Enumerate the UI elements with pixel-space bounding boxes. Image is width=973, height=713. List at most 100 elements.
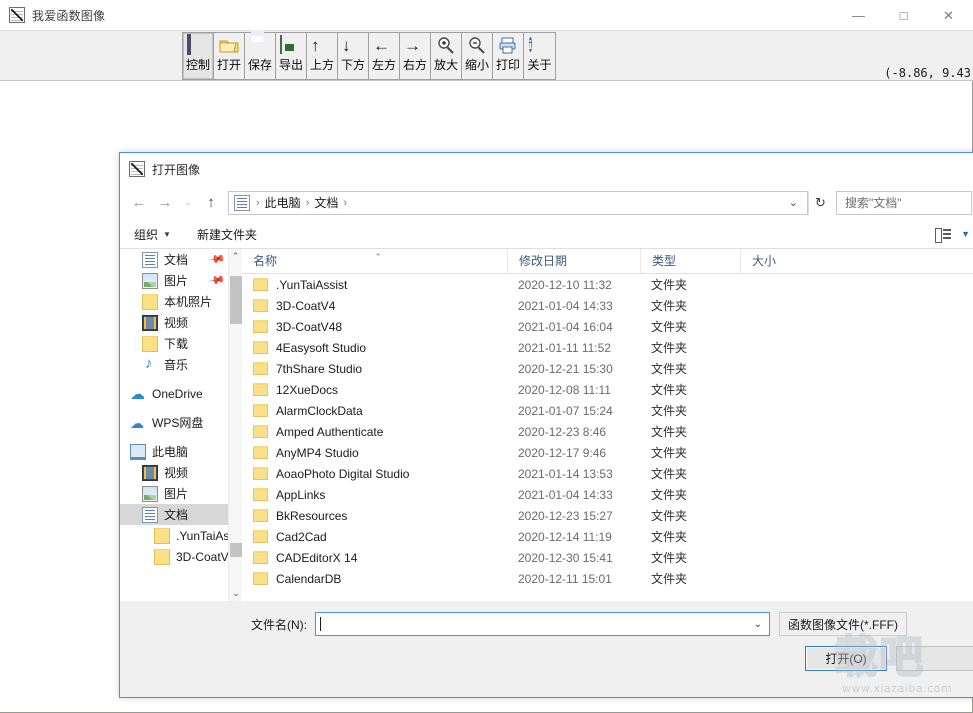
table-row[interactable]: 4Easysoft Studio2021-01-11 11:52文件夹 — [242, 337, 973, 358]
folder-icon — [253, 551, 268, 564]
filename-input[interactable]: ⌄ — [315, 612, 770, 636]
search-input[interactable]: 搜索"文档" — [836, 191, 972, 215]
file-name-cell: AlarmClockData — [242, 404, 507, 418]
new-folder-button[interactable]: 新建文件夹 — [197, 226, 257, 243]
table-row[interactable]: 12XueDocs2020-12-08 11:11文件夹 — [242, 379, 973, 400]
sidebar-item-documents[interactable]: 文档 — [120, 504, 242, 525]
videos-icon — [142, 315, 158, 331]
toolbar-button-print[interactable]: 打印 — [493, 33, 524, 79]
refresh-button[interactable]: ↻ — [808, 191, 832, 215]
file-name-label: AoaoPhoto Digital Studio — [276, 467, 409, 481]
sidebar-item-3d-coatv4[interactable]: 3D-CoatV4 — [120, 546, 242, 567]
sidebar-item-pictures-quick[interactable]: 图片 📌 — [120, 270, 242, 291]
back-button[interactable]: ← — [126, 190, 152, 216]
cancel-button[interactable] — [896, 646, 973, 671]
main-window: 我爱函数图像 — □ ✕ 控制 打开 保存 — [0, 0, 973, 713]
toolbar-button-open[interactable]: 打开 — [214, 33, 245, 79]
toolbar-button-right[interactable]: → 右方 — [400, 33, 431, 79]
sidebar-item-this-pc[interactable]: 此电脑 — [120, 441, 242, 462]
file-type-filter[interactable]: 函数图像文件(*.FFF) — [779, 612, 907, 636]
file-type-cell: 文件夹 — [640, 465, 740, 482]
chevron-down-icon[interactable]: ⌄ — [754, 619, 765, 630]
file-name-cell: AnyMP4 Studio — [242, 446, 507, 460]
coordinate-readout: (-8.86, 9.43 — [884, 66, 971, 80]
sidebar-item-local-photos[interactable]: 本机照片 — [120, 291, 242, 312]
sidebar-item-videos-quick[interactable]: 视频 — [120, 312, 242, 333]
file-name-label: .YunTaiAssist — [276, 278, 347, 292]
table-row[interactable]: CADEditorX 142020-12-30 15:41文件夹 — [242, 547, 973, 568]
scroll-up-arrow-icon[interactable]: ⌃ — [229, 249, 242, 264]
sidebar-item-documents-quick[interactable]: 文档 📌 — [120, 249, 242, 270]
dialog-logo-icon — [129, 161, 145, 177]
export-image-icon — [280, 36, 302, 56]
sidebar-scrollbar-thumb[interactable] — [230, 276, 242, 324]
sidebar-item-music[interactable]: 音乐 — [120, 354, 242, 375]
column-header-size[interactable]: 大小 — [740, 249, 836, 274]
folder-icon — [253, 572, 268, 585]
folder-icon — [253, 425, 268, 438]
recent-locations-button[interactable]: ⌄ — [178, 190, 198, 216]
file-type-cell: 文件夹 — [640, 528, 740, 545]
dialog-titlebar: 打开图像 — [120, 153, 973, 185]
minimize-button[interactable]: — — [836, 0, 881, 30]
column-header-type[interactable]: 类型 — [640, 249, 740, 274]
table-row[interactable]: 3D-CoatV42021-01-04 14:33文件夹 — [242, 295, 973, 316]
table-row[interactable]: AppLinks2021-01-04 14:33文件夹 — [242, 484, 973, 505]
sidebar-item-videos[interactable]: 视频 — [120, 462, 242, 483]
sidebar-item-yuntaiassist[interactable]: .YunTaiAssist — [120, 525, 242, 546]
toolbar-button-about[interactable]: i 关于 — [524, 33, 555, 79]
sidebar-scrollbar[interactable]: ⌃ ⌄ — [228, 249, 242, 601]
breadcrumb-item-this-pc[interactable]: 此电脑 — [262, 194, 304, 211]
table-row[interactable]: Amped Authenticate2020-12-23 8:46文件夹 — [242, 421, 973, 442]
sidebar-item-pictures[interactable]: 图片 — [120, 483, 242, 504]
table-row[interactable]: AnyMP4 Studio2020-12-17 9:46文件夹 — [242, 442, 973, 463]
file-type-cell: 文件夹 — [640, 276, 740, 293]
column-header-date[interactable]: 修改日期 — [507, 249, 640, 274]
toolbar-button-export[interactable]: 导出 — [276, 33, 307, 79]
view-layout-icon[interactable] — [935, 228, 951, 241]
open-button[interactable]: 打开(O) — [805, 646, 887, 671]
table-row[interactable]: BkResources2020-12-23 15:27文件夹 — [242, 505, 973, 526]
toolbar-button-zoom-out[interactable]: 缩小 — [462, 33, 493, 79]
close-button[interactable]: ✕ — [926, 0, 971, 30]
table-row[interactable]: AoaoPhoto Digital Studio2021-01-14 13:53… — [242, 463, 973, 484]
table-row[interactable]: Cad2Cad2020-12-14 11:19文件夹 — [242, 526, 973, 547]
sidebar-divider — [120, 404, 242, 412]
maximize-button[interactable]: □ — [881, 0, 926, 30]
sort-ascending-icon: ⌃ — [375, 249, 383, 270]
toolbar-button-save[interactable]: 保存 — [245, 33, 276, 79]
table-row[interactable]: CalendarDB2020-12-11 15:01文件夹 — [242, 568, 973, 589]
sidebar-item-downloads[interactable]: 下载 — [120, 333, 242, 354]
column-header-name[interactable]: 名称 ⌃ — [242, 249, 507, 274]
table-row[interactable]: 3D-CoatV482021-01-04 16:04文件夹 — [242, 316, 973, 337]
up-button[interactable]: ↑ — [198, 190, 224, 216]
sidebar-item-onedrive[interactable]: OneDrive — [120, 383, 242, 404]
file-type-cell: 文件夹 — [640, 549, 740, 566]
breadcrumb-item-documents[interactable]: 文档 — [311, 194, 341, 211]
toolbar-button-left[interactable]: ← 左方 — [369, 33, 400, 79]
file-type-cell: 文件夹 — [640, 360, 740, 377]
toolbar-button-down[interactable]: ↓ 下方 — [338, 33, 369, 79]
table-row[interactable]: 7thShare Studio2020-12-21 15:30文件夹 — [242, 358, 973, 379]
table-row[interactable]: .YunTaiAssist2020-12-10 11:32文件夹 — [242, 274, 973, 295]
sidebar-scrollbar-thumb-secondary[interactable] — [230, 543, 242, 557]
sidebar-item-label: 图片 — [164, 272, 188, 289]
toolbar-button-control[interactable]: 控制 — [183, 33, 214, 79]
toolbar-button-zoom-in[interactable]: 放大 — [431, 33, 462, 79]
scroll-down-arrow-icon[interactable]: ⌄ — [229, 586, 242, 601]
table-row[interactable]: AlarmClockData2021-01-07 15:24文件夹 — [242, 400, 973, 421]
sidebar-item-label: 图片 — [164, 485, 188, 502]
toolbar-button-up[interactable]: ↑ 上方 — [307, 33, 338, 79]
sidebar-item-wps-cloud[interactable]: WPS网盘 — [120, 412, 242, 433]
chevron-down-icon[interactable]: ⌄ — [782, 196, 805, 209]
address-bar[interactable]: › 此电脑 › 文档 › ⌄ — [228, 191, 808, 215]
chevron-down-icon[interactable]: ▼ — [961, 229, 970, 239]
sidebar-divider — [120, 375, 242, 383]
pin-icon[interactable]: 📌 — [208, 250, 227, 269]
organize-menu[interactable]: 组织 ▼ — [134, 226, 171, 243]
forward-button[interactable]: → — [152, 190, 178, 216]
pin-icon[interactable]: 📌 — [208, 271, 227, 290]
toolbar-label: 导出 — [279, 59, 303, 71]
documents-icon — [142, 507, 158, 523]
file-name-label: 3D-CoatV4 — [276, 299, 335, 313]
